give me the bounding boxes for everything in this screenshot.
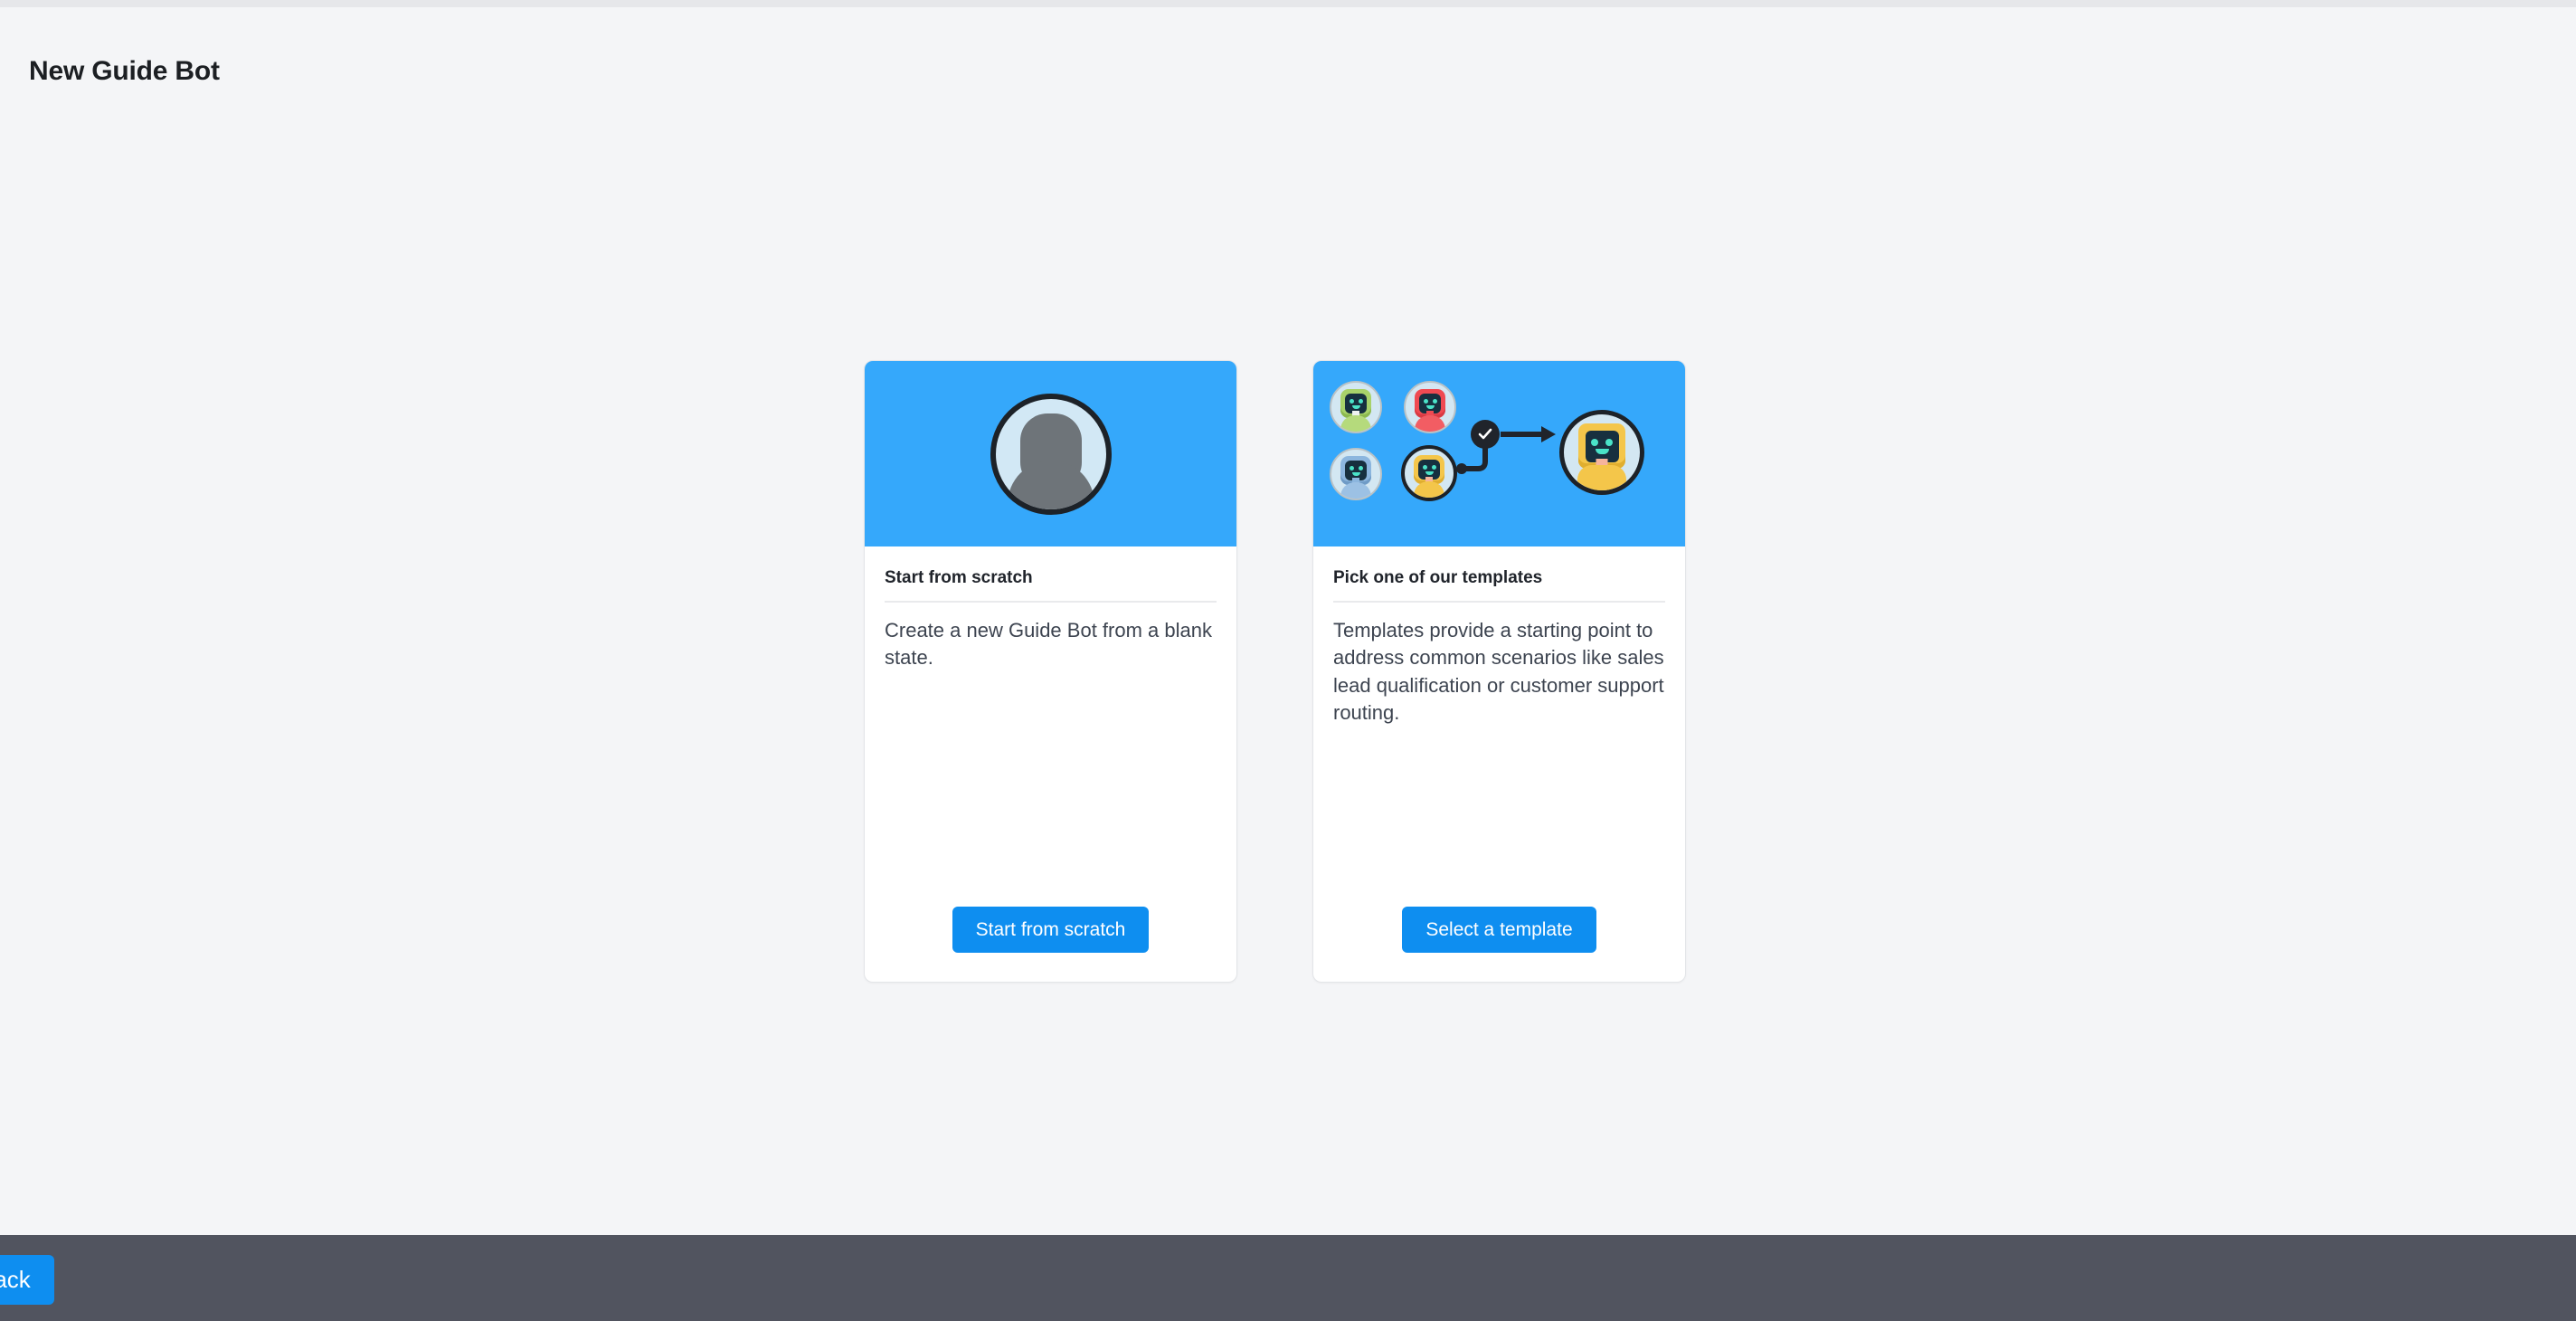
select-a-template-button[interactable]: Select a template — [1402, 906, 1596, 953]
check-mark-icon — [1478, 428, 1492, 440]
footer-bar: Back — [0, 1235, 2576, 1321]
card-body-templates: Pick one of our templates Templates prov… — [1313, 546, 1685, 907]
card-body-scratch: Start from scratch Create a new Guide Bo… — [865, 546, 1236, 907]
person-avatar-icon — [990, 393, 1112, 515]
card-description-scratch: Create a new Guide Bot from a blank stat… — [885, 619, 1212, 670]
card-heading-scratch: Start from scratch — [885, 568, 1033, 587]
yellow-bot-large-icon — [1559, 410, 1644, 495]
option-cards-container: Start from scratch Create a new Guide Bo… — [864, 360, 1686, 983]
blue-bot-icon — [1330, 448, 1382, 500]
card-footer-scratch: Start from scratch — [865, 906, 1236, 982]
card-start-from-scratch[interactable]: Start from scratch Create a new Guide Bo… — [864, 360, 1237, 983]
top-border-strip — [0, 0, 2576, 7]
card-divider-templates — [1333, 601, 1665, 603]
card-header-illustration-scratch — [865, 361, 1236, 546]
card-divider-scratch — [885, 601, 1217, 603]
card-footer-templates: Select a template — [1313, 906, 1685, 982]
back-button[interactable]: Back — [0, 1255, 54, 1305]
check-circle-icon — [1471, 420, 1500, 449]
robot-templates-icon — [1313, 361, 1685, 546]
card-description-templates: Templates provide a starting point to ad… — [1333, 619, 1664, 725]
start-from-scratch-button[interactable]: Start from scratch — [952, 906, 1150, 953]
card-pick-template[interactable]: Pick one of our templates Templates prov… — [1312, 360, 1686, 983]
yellow-bot-icon-selected — [1401, 445, 1457, 501]
red-bot-icon — [1404, 381, 1456, 433]
page-title: New Guide Bot — [29, 56, 220, 86]
card-heading-templates: Pick one of our templates — [1333, 568, 1543, 587]
card-header-illustration-templates — [1313, 361, 1685, 546]
green-bot-icon — [1330, 381, 1382, 433]
